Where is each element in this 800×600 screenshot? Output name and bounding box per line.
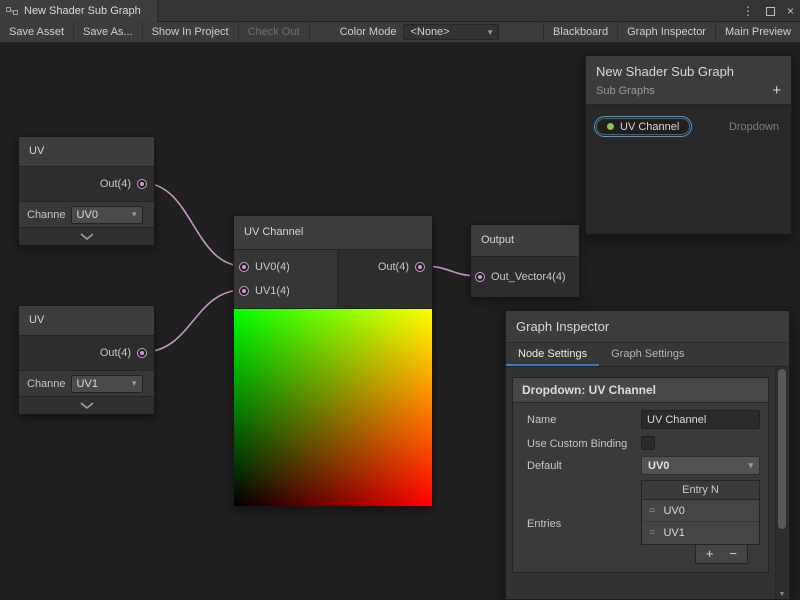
chevron-down-icon: ▾: [748, 460, 753, 471]
group-header: Dropdown: UV Channel: [513, 378, 768, 403]
chevron-down-icon: ▾: [132, 378, 137, 389]
chevron-down-icon: ▾: [132, 209, 137, 220]
tab-new-shader-sub-graph[interactable]: New Shader Sub Graph: [0, 0, 158, 22]
property-pill-uv-channel[interactable]: UV Channel: [596, 118, 690, 135]
channel-dropdown[interactable]: UV1 ▾: [71, 375, 143, 393]
channel-label: Channe: [27, 378, 66, 390]
port-label: UV0(4): [255, 261, 290, 273]
blackboard-category: Sub Graphs: [596, 85, 655, 97]
scrollbar-thumb[interactable]: [778, 369, 786, 529]
graph-inspector-label: Graph Inspector: [627, 26, 706, 38]
node-title[interactable]: Output: [471, 225, 579, 257]
default-dropdown[interactable]: UV0 ▾: [641, 456, 760, 475]
tab-graph-settings[interactable]: Graph Settings: [599, 343, 696, 366]
node-uv-1[interactable]: UV Out(4) Channe UV0 ▾: [18, 136, 155, 246]
collapse-toggle[interactable]: [19, 396, 154, 414]
entries-list: Entry N = UV0 = UV1: [641, 480, 760, 564]
collapse-toggle[interactable]: [19, 227, 154, 245]
blackboard-header[interactable]: New Shader Sub Graph Sub Graphs +: [586, 56, 791, 105]
name-input[interactable]: [641, 410, 760, 429]
input-port[interactable]: [475, 272, 485, 282]
property-selection-outline: UV Channel: [594, 116, 692, 137]
uv-gradient-preview: [234, 308, 432, 506]
drag-handle-icon[interactable]: =: [649, 505, 655, 517]
default-value: UV0: [648, 460, 669, 472]
scroll-down-arrow-icon[interactable]: ▼: [776, 591, 788, 598]
color-mode-value: <None>: [410, 26, 449, 38]
check-out-button: Check Out: [239, 22, 310, 42]
add-property-button[interactable]: +: [772, 86, 781, 96]
output-port[interactable]: [137, 179, 147, 189]
blackboard-title: New Shader Sub Graph: [596, 64, 781, 79]
main-preview-label: Main Preview: [725, 26, 791, 38]
node-uv-channel[interactable]: UV Channel UV0(4) UV1(4) Out(4): [233, 215, 433, 507]
kebab-menu-icon[interactable]: ⋮: [742, 4, 754, 18]
tab-node-settings[interactable]: Node Settings: [506, 343, 599, 366]
window-titlebar: New Shader Sub Graph ⋮ ×: [0, 0, 800, 22]
check-out-label: Check Out: [248, 26, 300, 38]
inspector-scrollbar[interactable]: ▼: [775, 367, 788, 598]
input-port-uv1[interactable]: [239, 286, 249, 296]
entry-value: UV0: [663, 505, 684, 517]
input-port-uv0[interactable]: [239, 262, 249, 272]
chevron-down-icon: ▾: [488, 27, 493, 38]
graph-inspector-toggle-button[interactable]: Graph Inspector: [617, 22, 715, 42]
port-label: Out_Vector4(4): [491, 271, 566, 283]
entries-label: Entries: [527, 514, 641, 531]
tab-title: New Shader Sub Graph: [24, 5, 141, 17]
property-type-label: Dropdown: [729, 121, 781, 133]
inspector-title[interactable]: Graph Inspector: [506, 311, 789, 342]
use-custom-binding-label: Use Custom Binding: [527, 434, 641, 451]
node-title[interactable]: UV: [19, 306, 154, 336]
port-label: UV1(4): [255, 285, 290, 297]
shader-graph-icon: [6, 5, 18, 17]
output-port[interactable]: [137, 348, 147, 358]
blackboard-panel: New Shader Sub Graph Sub Graphs + UV Cha…: [585, 55, 792, 235]
maximize-icon[interactable]: [766, 7, 775, 16]
add-entry-button[interactable]: +: [706, 546, 714, 561]
entries-list-header: Entry N: [641, 480, 760, 500]
chevron-down-icon: [80, 233, 94, 240]
show-in-project-label: Show In Project: [152, 26, 229, 38]
save-as-button[interactable]: Save As...: [74, 22, 143, 42]
output-port[interactable]: [415, 262, 425, 272]
close-icon[interactable]: ×: [787, 4, 794, 18]
save-asset-label: Save Asset: [9, 26, 64, 38]
channel-dropdown[interactable]: UV0 ▾: [71, 206, 143, 224]
channel-label: Channe: [27, 209, 66, 221]
drag-handle-icon[interactable]: =: [649, 527, 655, 539]
graph-inspector-panel: Graph Inspector Node Settings Graph Sett…: [505, 310, 790, 600]
blackboard-toggle-button[interactable]: Blackboard: [543, 22, 617, 42]
entry-row-uv0[interactable]: = UV0: [642, 500, 759, 522]
blackboard-item-row: UV Channel Dropdown: [594, 116, 781, 137]
channel-value: UV0: [77, 209, 98, 221]
entry-value: UV1: [663, 527, 684, 539]
save-as-label: Save As...: [83, 26, 133, 38]
port-label: Out(4): [100, 347, 131, 359]
blackboard-label: Blackboard: [553, 26, 608, 38]
color-mode-dropdown[interactable]: <None> ▾: [403, 24, 499, 40]
port-label: Out(4): [378, 261, 409, 273]
name-label: Name: [527, 410, 641, 427]
show-in-project-button[interactable]: Show In Project: [143, 22, 239, 42]
exposed-dot-icon: [607, 123, 614, 130]
property-name: UV Channel: [620, 121, 679, 133]
node-uv-2[interactable]: UV Out(4) Channe UV1 ▾: [18, 305, 155, 415]
entry-row-uv1[interactable]: = UV1: [642, 522, 759, 544]
node-output[interactable]: Output Out_Vector4(4): [470, 224, 580, 298]
chevron-down-icon: [80, 402, 94, 409]
main-preview-toggle-button[interactable]: Main Preview: [715, 22, 800, 42]
save-asset-button[interactable]: Save Asset: [0, 22, 74, 42]
channel-value: UV1: [77, 378, 98, 390]
color-mode-label: Color Mode: [310, 22, 404, 42]
dropdown-settings-group: Dropdown: UV Channel Name Use Custom Bin…: [512, 377, 769, 573]
toolbar: Save Asset Save As... Show In Project Ch…: [0, 22, 800, 43]
node-title[interactable]: UV: [19, 137, 154, 167]
default-label: Default: [527, 456, 641, 473]
port-label: Out(4): [100, 178, 131, 190]
use-custom-binding-checkbox[interactable]: [641, 436, 655, 450]
node-title[interactable]: UV Channel: [234, 216, 432, 250]
remove-entry-button[interactable]: −: [729, 546, 737, 561]
